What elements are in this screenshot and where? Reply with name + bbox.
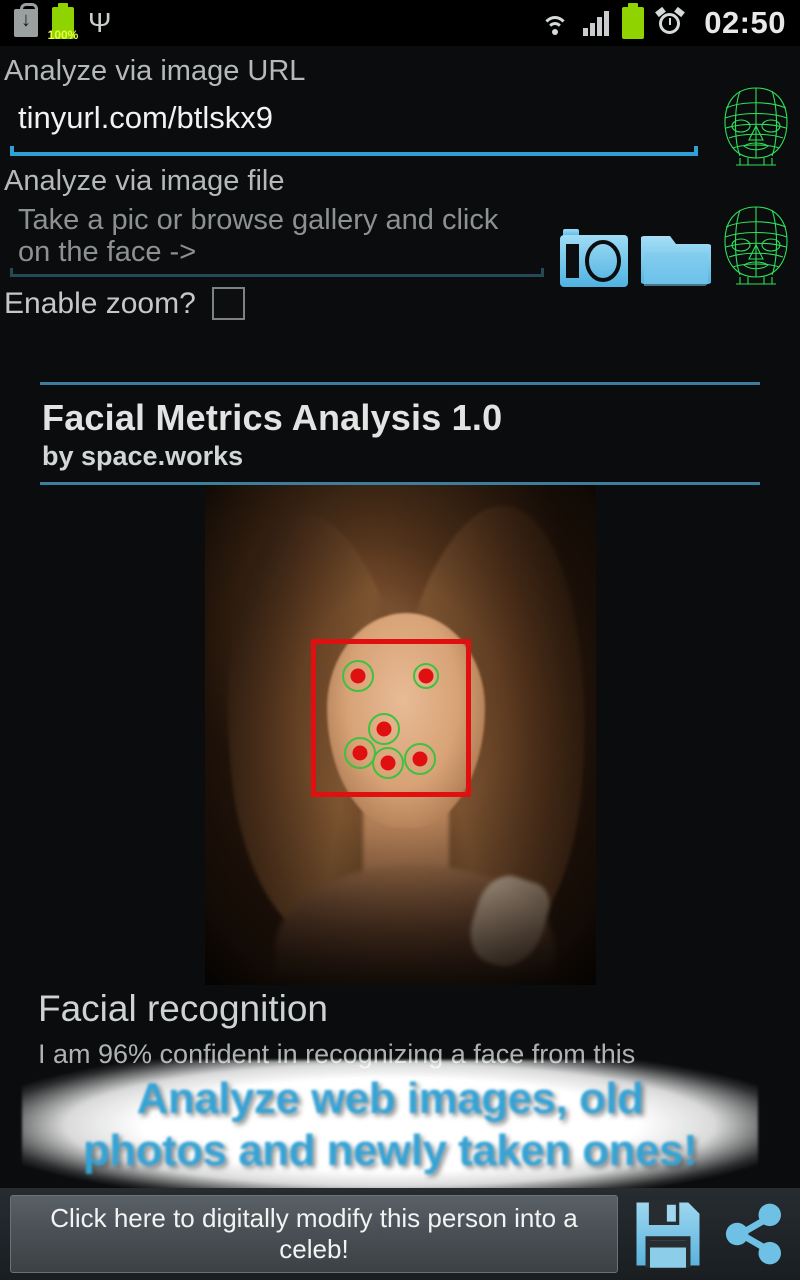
app-screen: 100% Ψ 02:50 Analyze via image URL: [0, 0, 800, 1280]
url-field-label: Analyze via image URL: [4, 55, 306, 87]
face-wireframe-glyph: [724, 87, 788, 166]
battery-icon-2: [622, 3, 645, 39]
file-field-label: Analyze via image file: [4, 165, 285, 197]
landmark-nose: [368, 713, 400, 745]
camera-icon[interactable]: [559, 224, 629, 292]
landmark-left-eye: [342, 660, 374, 692]
landmark-right-eye: [413, 663, 439, 689]
usb-icon: Ψ: [88, 7, 112, 38]
results-heading: Facial recognition: [38, 988, 328, 1029]
save-icon[interactable]: [632, 1198, 704, 1270]
face-wireframe-glyph-2: [724, 206, 788, 285]
enable-zoom-label: Enable zoom?: [4, 286, 196, 320]
status-bar-right: 02:50: [540, 3, 786, 41]
download-icon: [14, 3, 38, 37]
wifi-icon: [540, 11, 570, 35]
folder-icon[interactable]: [641, 224, 711, 292]
card-title: Facial Metrics Analysis 1.0: [42, 397, 503, 438]
promo-line-1: Analyze web images, old: [136, 1074, 644, 1124]
alarm-icon: [655, 6, 686, 36]
url-input[interactable]: [4, 90, 704, 146]
clock-label: 02:50: [704, 5, 786, 40]
results-section: Facial recognition I am 96% confident in…: [38, 988, 778, 1070]
url-input-row: [0, 90, 800, 156]
landmark-mouth-center: [372, 747, 404, 779]
card-subtitle: by space.works: [42, 441, 244, 471]
celeb-modify-button[interactable]: Click here to digitally modify this pers…: [10, 1195, 618, 1273]
promo-text: Analyze web images, old photos and newly…: [69, 1073, 711, 1177]
analyzed-face-photo[interactable]: [205, 485, 596, 985]
promo-banner: Analyze web images, old photos and newly…: [22, 1060, 758, 1190]
file-source-icons: [559, 224, 711, 292]
signal-icon: [583, 10, 610, 36]
file-input[interactable]: Take a pic or browse gallery and click o…: [0, 200, 540, 269]
status-bar-left: 100% Ψ: [14, 3, 112, 42]
url-input-underline: [4, 146, 704, 156]
face-wireframe-icon[interactable]: [718, 86, 794, 168]
face-wireframe-icon-2[interactable]: [718, 205, 794, 287]
landmark-mouth-right: [404, 743, 436, 775]
promo-line-2: photos and newly taken ones!: [82, 1126, 698, 1175]
analysis-card-header: Facial Metrics Analysis 1.0 by space.wor…: [40, 382, 760, 485]
share-icon[interactable]: [718, 1198, 790, 1270]
status-bar: 100% Ψ 02:50: [0, 0, 800, 46]
battery-percent-label: 100%: [47, 28, 79, 42]
enable-zoom-checkbox[interactable]: [211, 287, 245, 321]
battery-icon: 100%: [48, 3, 78, 42]
file-input-underline: [4, 267, 550, 279]
bottom-action-bar: Click here to digitally modify this pers…: [0, 1188, 800, 1280]
